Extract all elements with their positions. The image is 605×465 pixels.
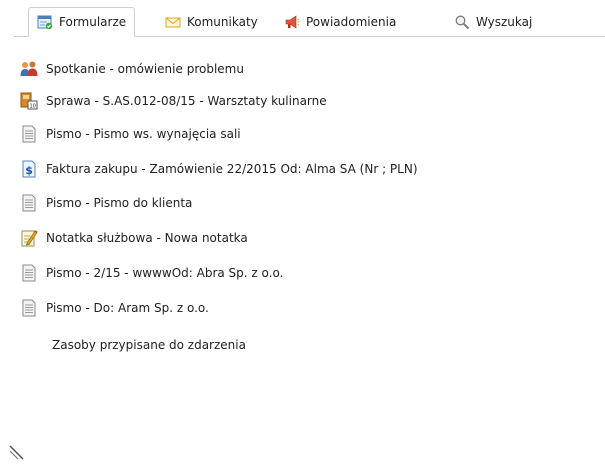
list-item-invoice[interactable]: $ Faktura zakupu - Zamówienie 22/2015 Od… [20, 158, 418, 180]
list-item-meeting[interactable]: Spotkanie - omówienie problemu [20, 58, 244, 80]
resources-label: Zasoby przypisane do zdarzenia [52, 338, 246, 352]
tab-powiadomienia[interactable]: Powiadomienia [276, 8, 404, 36]
document-icon [20, 299, 38, 317]
invoice-dollar-icon: $ [20, 160, 38, 178]
meeting-people-icon [20, 60, 38, 78]
tab-label: Wyszukaj [476, 15, 533, 29]
list-item-case[interactable]: 10 Sprawa - S.AS.012-08/15 - Warsztaty k… [20, 90, 327, 112]
list-item-label: Pismo - 2/15 - wwwwOd: Abra Sp. z o.o. [46, 266, 284, 280]
magnifier-icon [454, 14, 470, 30]
list-item-letter[interactable]: Pismo - Pismo do klienta [20, 192, 192, 214]
document-icon [20, 194, 38, 212]
list-item-letter[interactable]: Pismo - 2/15 - wwwwOd: Abra Sp. z o.o. [20, 262, 283, 284]
svg-text:10: 10 [30, 104, 36, 110]
tab-komunikaty[interactable]: Komunikaty [157, 8, 266, 36]
megaphone-icon [284, 14, 300, 30]
document-icon [20, 125, 38, 143]
list-item-label: Pismo - Do: Aram Sp. z o.o. [46, 301, 209, 315]
svg-text:$: $ [25, 164, 33, 177]
tab-label: Komunikaty [187, 15, 258, 29]
envelope-icon [165, 14, 181, 30]
list-item-label: Pismo - Pismo ws. wynajęcia sali [46, 127, 241, 141]
list-item-label: Notatka służbowa - Nowa notatka [46, 231, 248, 245]
tab-label: Formularze [59, 15, 127, 29]
case-binder-icon: 10 [20, 92, 38, 110]
list-item-label: Spotkanie - omówienie problemu [46, 62, 244, 76]
form-icon [37, 14, 53, 30]
tab-label: Powiadomienia [306, 15, 397, 29]
list-item-letter[interactable]: Pismo - Do: Aram Sp. z o.o. [20, 297, 209, 319]
tab-formularze[interactable]: Formularze [28, 7, 136, 37]
list-item-note[interactable]: Notatka służbowa - Nowa notatka [20, 227, 248, 249]
list-item-label: Sprawa - S.AS.012-08/15 - Warsztaty kuli… [46, 94, 327, 108]
tab-wyszukaj[interactable]: Wyszukaj [446, 8, 540, 36]
list-item-letter[interactable]: Pismo - Pismo ws. wynajęcia sali [20, 123, 241, 145]
document-icon [20, 264, 38, 282]
note-pencil-icon [20, 229, 38, 247]
resize-handle-icon[interactable] [9, 445, 29, 461]
list-item-label: Faktura zakupu - Zamówienie 22/2015 Od: … [46, 162, 418, 176]
list-item-label: Pismo - Pismo do klienta [46, 196, 193, 210]
tab-bar: Formularze Komunikaty Powiadomienia Wysz… [0, 0, 605, 37]
